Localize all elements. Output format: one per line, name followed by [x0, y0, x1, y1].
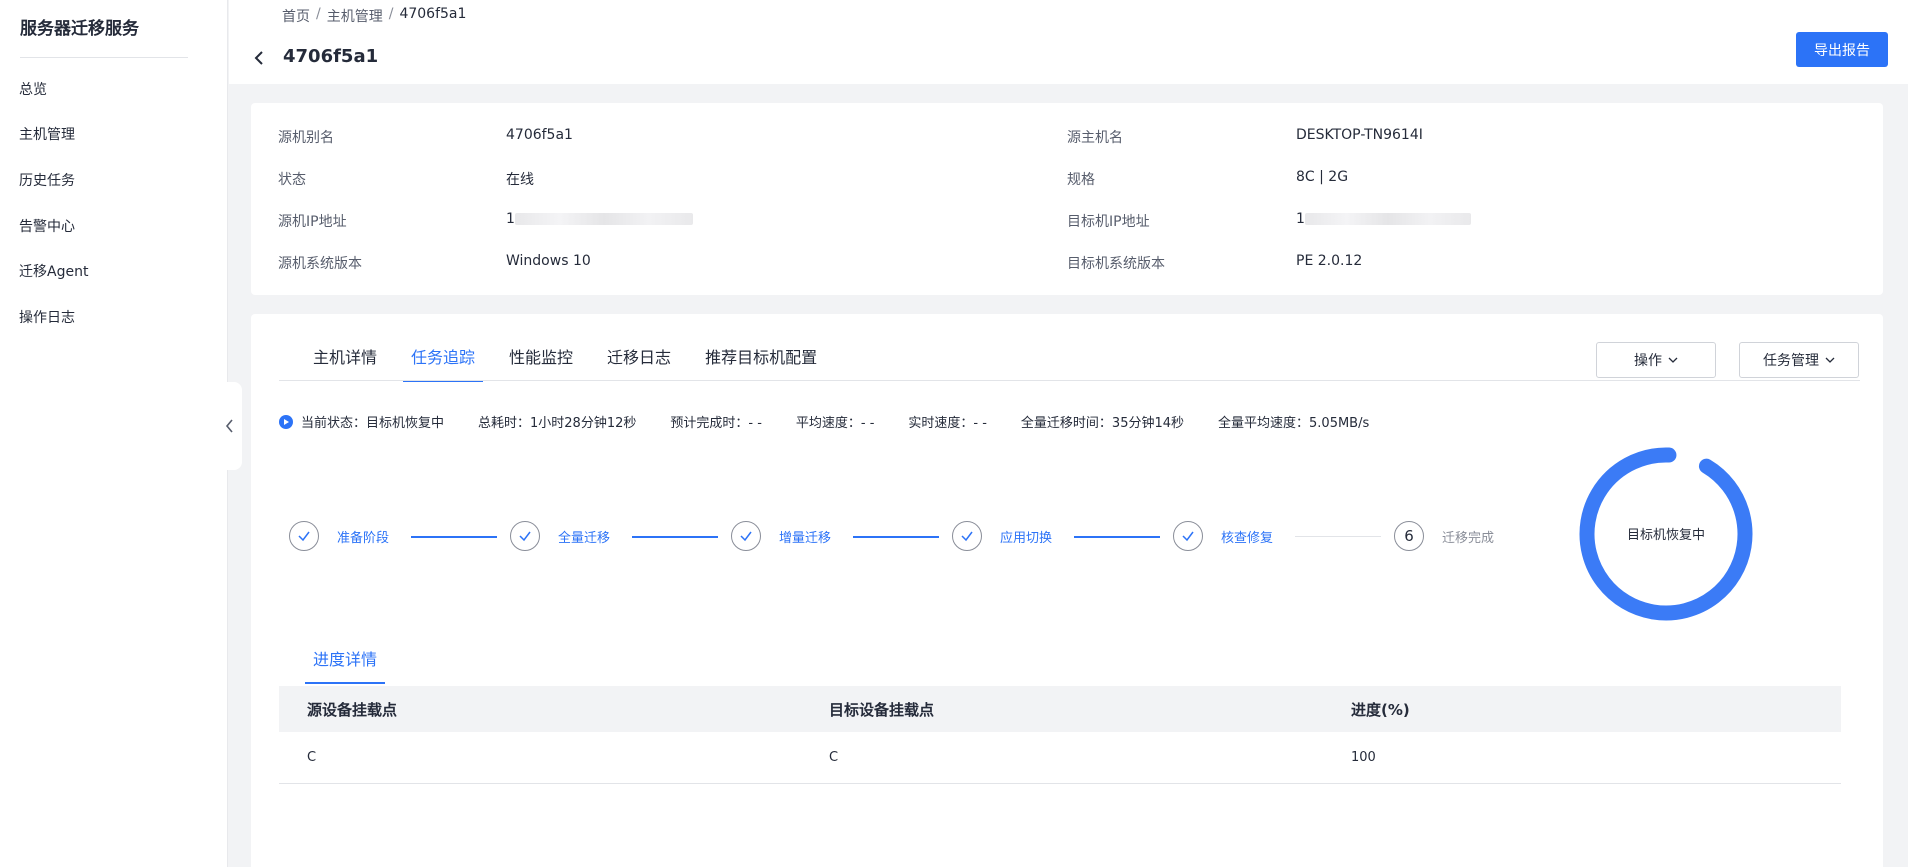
- column-header: 源设备挂载点: [307, 700, 398, 719]
- breadcrumb-current: 4706f5a1: [399, 6, 467, 22]
- source-ip-value: 1: [506, 211, 693, 227]
- step-label: 核查修复: [1221, 531, 1274, 546]
- step-connector: [1295, 536, 1381, 537]
- breadcrumb: 首页 / 主机管理 / 4706f5a1: [282, 6, 466, 26]
- step-connector: [632, 536, 718, 538]
- sidebar-divider: [20, 57, 188, 58]
- table-cell: C: [829, 750, 839, 765]
- sidebar-item-history-tasks[interactable]: 历史任务: [19, 170, 75, 190]
- progress-table: 源设备挂载点 目标设备挂载点 进度(%) C C 100: [279, 686, 1841, 784]
- step-check-icon: [731, 521, 761, 551]
- export-report-button[interactable]: 导出报告: [1796, 32, 1888, 67]
- table-cell: 100: [1351, 750, 1376, 765]
- step-check-icon: [289, 521, 319, 551]
- status-bar: 当前状态：目标机恢复中 总耗时：1小时28分钟12秒 预计完成时：- - 平均速…: [279, 412, 1403, 431]
- breadcrumb-separator: /: [316, 6, 321, 22]
- table-cell: C: [307, 750, 317, 765]
- task-management-label: 任务管理: [1763, 353, 1819, 369]
- play-status-icon: [279, 414, 293, 429]
- source-ip-label: 源机IP地址: [278, 214, 347, 230]
- step-label: 全量迁移: [558, 531, 611, 546]
- table-row: C C 100: [279, 732, 1841, 784]
- tab-task-tracking[interactable]: 任务追踪: [403, 344, 484, 382]
- task-tracking-card: 主机详情 任务追踪 性能监控 迁移日志 推荐目标机配置 操作 任务管理 当前状态…: [251, 314, 1883, 867]
- spec-value: 8C | 2G: [1296, 169, 1349, 185]
- sidebar: 服务器迁移服务 总览 主机管理 历史任务 告警中心 迁移Agent 操作日志: [0, 0, 228, 867]
- step-check-icon: [1173, 521, 1203, 551]
- sidebar-item-alert-center[interactable]: 告警中心: [19, 216, 75, 236]
- tab-host-details[interactable]: 主机详情: [313, 344, 377, 382]
- column-header: 目标设备挂载点: [829, 700, 935, 719]
- target-os-value: PE 2.0.12: [1296, 253, 1363, 269]
- sidebar-title: 服务器迁移服务: [20, 19, 139, 39]
- step-label: 迁移完成: [1442, 531, 1495, 546]
- tab-performance-monitoring[interactable]: 性能监控: [509, 344, 573, 382]
- chevron-down-icon: [1668, 357, 1678, 363]
- page-title: 4706f5a1: [283, 46, 379, 67]
- step-label: 应用切换: [1000, 531, 1053, 546]
- source-ip-text: 1: [506, 211, 515, 227]
- operate-dropdown[interactable]: 操作: [1596, 342, 1716, 378]
- step-check-icon: [510, 521, 540, 551]
- sidebar-item-operation-log[interactable]: 操作日志: [19, 307, 75, 327]
- back-arrow-icon[interactable]: [253, 50, 267, 66]
- target-ip-text: 1: [1296, 211, 1305, 227]
- full-average-speed: 全量平均速度：5.05MB/s: [1218, 416, 1370, 431]
- detail-tabs: 主机详情 任务追踪 性能监控 迁移日志 推荐目标机配置: [313, 344, 851, 382]
- column-header: 进度(%): [1351, 700, 1410, 719]
- breadcrumb-host-management[interactable]: 主机管理: [327, 6, 383, 26]
- target-ip-value: 1: [1296, 211, 1471, 227]
- step-connector: [1074, 536, 1160, 538]
- step-label: 增量迁移: [779, 531, 832, 546]
- step-connector: [411, 536, 497, 538]
- step-check-icon: [952, 521, 982, 551]
- sidebar-item-host-management[interactable]: 主机管理: [19, 124, 75, 144]
- source-os-value: Windows 10: [506, 253, 591, 269]
- status-value: 在线: [506, 172, 534, 188]
- donut-status-label: 目标机恢复中: [1626, 528, 1705, 543]
- tab-migration-log[interactable]: 迁移日志: [607, 344, 671, 382]
- status-label: 状态: [278, 172, 306, 188]
- chevron-left-icon: [225, 419, 233, 433]
- estimated-completion: 预计完成时：- -: [670, 416, 762, 431]
- source-hostname-label: 源主机名: [1067, 130, 1123, 146]
- source-alias-label: 源机别名: [278, 130, 334, 146]
- operate-label: 操作: [1634, 353, 1662, 369]
- page-header: 首页 / 主机管理 / 4706f5a1 4706f5a1 导出报告: [229, 0, 1908, 84]
- chevron-down-icon: [1825, 357, 1835, 363]
- source-os-label: 源机系统版本: [278, 256, 362, 272]
- step-label: 准备阶段: [337, 531, 390, 546]
- step-connector: [853, 536, 939, 538]
- redacted-blur: [1304, 213, 1471, 225]
- sidebar-item-migration-agent[interactable]: 迁移Agent: [19, 261, 88, 281]
- current-status: 当前状态：目标机恢复中: [301, 416, 445, 431]
- step-number: 6: [1404, 527, 1414, 545]
- breadcrumb-separator: /: [388, 6, 394, 22]
- realtime-speed: 实时速度：- -: [908, 416, 987, 431]
- step-number-circle: 6: [1394, 521, 1424, 551]
- redacted-blur: [514, 213, 693, 225]
- host-info-card: 源机别名 4706f5a1 源主机名 DESKTOP-TN9614I 状态 在线…: [251, 103, 1883, 295]
- spec-label: 规格: [1067, 172, 1095, 188]
- target-ip-label: 目标机IP地址: [1067, 214, 1150, 230]
- task-management-dropdown[interactable]: 任务管理: [1739, 342, 1859, 378]
- total-time: 总耗时：1小时28分钟12秒: [478, 416, 637, 431]
- table-header: 源设备挂载点 目标设备挂载点 进度(%): [279, 686, 1841, 732]
- full-migration-time: 全量迁移时间：35分钟14秒: [1020, 416, 1185, 431]
- tab-progress-details[interactable]: 进度详情: [304, 646, 386, 684]
- breadcrumb-home[interactable]: 首页: [282, 6, 310, 26]
- sidebar-item-overview[interactable]: 总览: [19, 79, 47, 99]
- source-hostname-value: DESKTOP-TN9614I: [1296, 127, 1423, 143]
- target-os-label: 目标机系统版本: [1067, 256, 1165, 272]
- migration-steps: 准备阶段 全量迁移 增量迁移 应用切换 核查修复 6 迁移完成: [289, 521, 1494, 555]
- tab-recommended-target-config[interactable]: 推荐目标机配置: [705, 344, 817, 382]
- source-alias-value: 4706f5a1: [506, 127, 573, 143]
- sidebar-collapse-button[interactable]: [218, 382, 242, 470]
- average-speed: 平均速度：- -: [795, 416, 875, 431]
- tabs-divider: [279, 380, 1860, 381]
